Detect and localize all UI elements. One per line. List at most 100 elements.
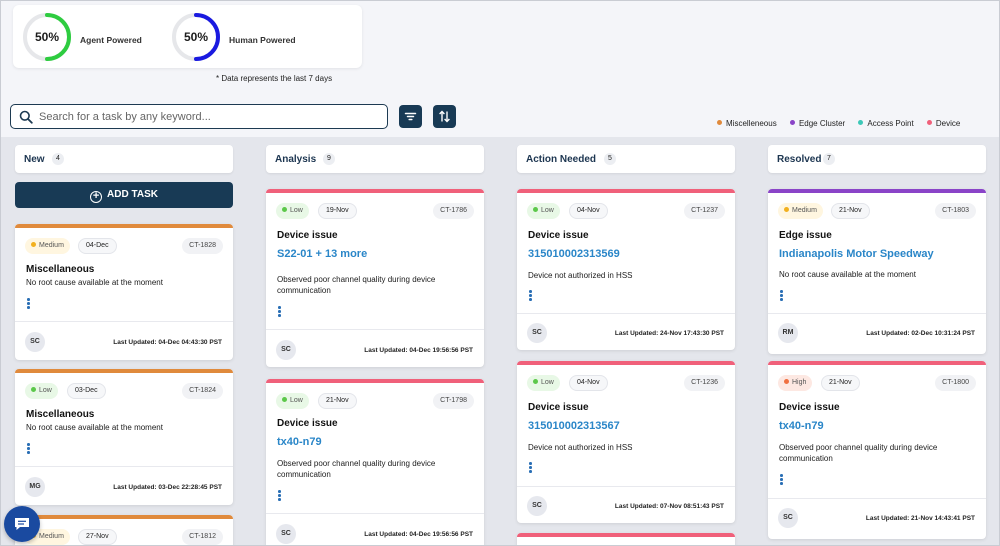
priority-dot <box>31 242 36 247</box>
search-box[interactable] <box>10 104 388 129</box>
task-card[interactable]: Low 21-Nov CT-1798 Device issue tx40-n79… <box>266 379 484 545</box>
more-options-icon[interactable] <box>27 298 33 310</box>
avatar: SC <box>778 508 798 528</box>
site-link[interactable]: Indianapolis Motor Speedway <box>779 248 934 260</box>
category-legend: Miscelleneous Edge Cluster Access Point … <box>717 119 971 128</box>
more-options-icon[interactable] <box>278 490 284 502</box>
column-new: New 4 + ADD TASK Medium 04-Dec CT-1828 Mi… <box>1 137 251 545</box>
column-title: Action Needed <box>526 154 597 165</box>
category-bar <box>266 379 484 383</box>
agent-powered-label: Agent Powered <box>80 35 142 45</box>
task-id: CT-1803 <box>935 203 976 219</box>
device-link[interactable]: 315010002313567 <box>528 420 620 432</box>
agent-powered-ring: 50% <box>21 11 73 63</box>
priority-dot <box>533 207 538 212</box>
column-count: 5 <box>604 153 616 165</box>
legend-dot <box>926 120 932 125</box>
legend-item-device: Device <box>926 119 960 128</box>
task-card[interactable]: Low 04-Nov CT-1236 Device issue 31501000… <box>517 361 735 523</box>
task-description: Observed poor channel quality during dev… <box>277 459 436 479</box>
column-header: Resolved 7 <box>768 145 986 173</box>
chat-icon <box>15 518 29 530</box>
more-options-icon[interactable] <box>780 474 786 486</box>
category-bar <box>517 189 735 193</box>
task-description: Device not authorized in HSS <box>528 271 633 280</box>
avatar: MG <box>25 477 45 497</box>
category-bar <box>768 189 986 193</box>
legend-item-access-point: Access Point <box>858 119 914 128</box>
task-id: CT-1236 <box>684 375 725 391</box>
priority-badge: Low <box>276 203 309 219</box>
date-badge: 04-Nov <box>569 375 608 391</box>
last-updated: Last Updated: 02-Dec 10:31:24 PST <box>866 330 975 337</box>
task-card[interactable] <box>517 533 735 545</box>
category-bar <box>517 533 735 537</box>
category-bar <box>768 361 986 365</box>
column-count: 4 <box>52 153 64 165</box>
task-card[interactable]: Medium 27-Nov CT-1812 <box>15 515 233 545</box>
task-card[interactable]: Medium 04-Dec CT-1828 Miscellaneous No r… <box>15 224 233 360</box>
legend-dot <box>789 120 795 125</box>
sort-icon <box>439 110 450 123</box>
card-divider <box>768 313 986 314</box>
legend-dot <box>858 120 864 125</box>
chat-button[interactable] <box>4 506 40 542</box>
date-badge: 04-Nov <box>569 203 608 219</box>
avatar: SC <box>25 332 45 352</box>
avatar: SC <box>527 323 547 343</box>
task-card[interactable]: Low 04-Nov CT-1237 Device issue 31501000… <box>517 189 735 350</box>
priority-badge: Low <box>527 203 560 219</box>
category-bar <box>15 224 233 228</box>
date-badge: 21-Nov <box>821 375 860 391</box>
app-frame: 50% Agent Powered 50% Human Powered * Da… <box>0 0 1000 546</box>
priority-dot <box>784 379 789 384</box>
task-card[interactable]: High 21-Nov CT-1800 Device issue tx40-n7… <box>768 361 986 539</box>
card-divider <box>517 313 735 314</box>
human-powered-percent: 50% <box>183 30 209 44</box>
last-updated: Last Updated: 04-Dec 04:43:30 PST <box>113 339 222 346</box>
task-id: CT-1786 <box>433 203 474 219</box>
card-divider <box>768 498 986 499</box>
task-id: CT-1828 <box>182 238 223 254</box>
more-options-icon[interactable] <box>27 443 33 455</box>
sort-button[interactable] <box>433 105 456 128</box>
more-options-icon[interactable] <box>780 290 786 302</box>
task-title: Device issue <box>779 402 840 413</box>
device-link[interactable]: tx40-n79 <box>277 436 322 448</box>
column-analysis: Analysis 9 Low 19-Nov CT-1786 Device iss… <box>252 137 502 545</box>
more-options-icon[interactable] <box>529 462 535 474</box>
category-bar <box>517 361 735 365</box>
priority-dot <box>533 379 538 384</box>
more-options-icon[interactable] <box>529 290 535 302</box>
card-divider <box>266 329 484 330</box>
human-powered-label: Human Powered <box>229 35 296 45</box>
priority-dot <box>784 207 789 212</box>
avatar: SC <box>276 340 296 360</box>
task-description: No root cause available at the moment <box>26 278 163 287</box>
task-card[interactable]: Medium 21-Nov CT-1803 Edge issue Indiana… <box>768 189 986 354</box>
priority-dot <box>282 397 287 402</box>
column-count: 9 <box>323 153 335 165</box>
date-badge: 27-Nov <box>78 529 117 545</box>
device-link[interactable]: 315010002313569 <box>528 248 620 260</box>
human-powered-ring: 50% <box>170 11 222 63</box>
search-input[interactable] <box>39 107 379 126</box>
last-updated: Last Updated: 04-Dec 19:56:56 PST <box>364 347 473 354</box>
filter-button[interactable] <box>399 105 422 128</box>
last-updated: Last Updated: 03-Dec 22:28:45 PST <box>113 484 222 491</box>
column-title: Analysis <box>275 154 317 165</box>
legend-dot <box>717 120 722 125</box>
column-action-needed: Action Needed 5 Low 04-Nov CT-1237 Devic… <box>503 137 753 545</box>
priority-badge: Medium <box>25 238 70 254</box>
column-header: Analysis 9 <box>266 145 484 173</box>
task-card[interactable]: Low 19-Nov CT-1786 Device issue S22-01 +… <box>266 189 484 367</box>
card-divider <box>266 513 484 514</box>
device-link[interactable]: S22-01 + 13 more <box>277 248 367 260</box>
last-updated: Last Updated: 04-Dec 19:56:56 PST <box>364 531 473 538</box>
more-options-icon[interactable] <box>278 306 284 318</box>
category-bar <box>266 189 484 193</box>
add-task-button[interactable]: + ADD TASK <box>15 182 233 208</box>
category-bar <box>15 515 233 519</box>
device-link[interactable]: tx40-n79 <box>779 420 824 432</box>
task-card[interactable]: Low 03-Dec CT-1824 Miscellaneous No root… <box>15 369 233 505</box>
